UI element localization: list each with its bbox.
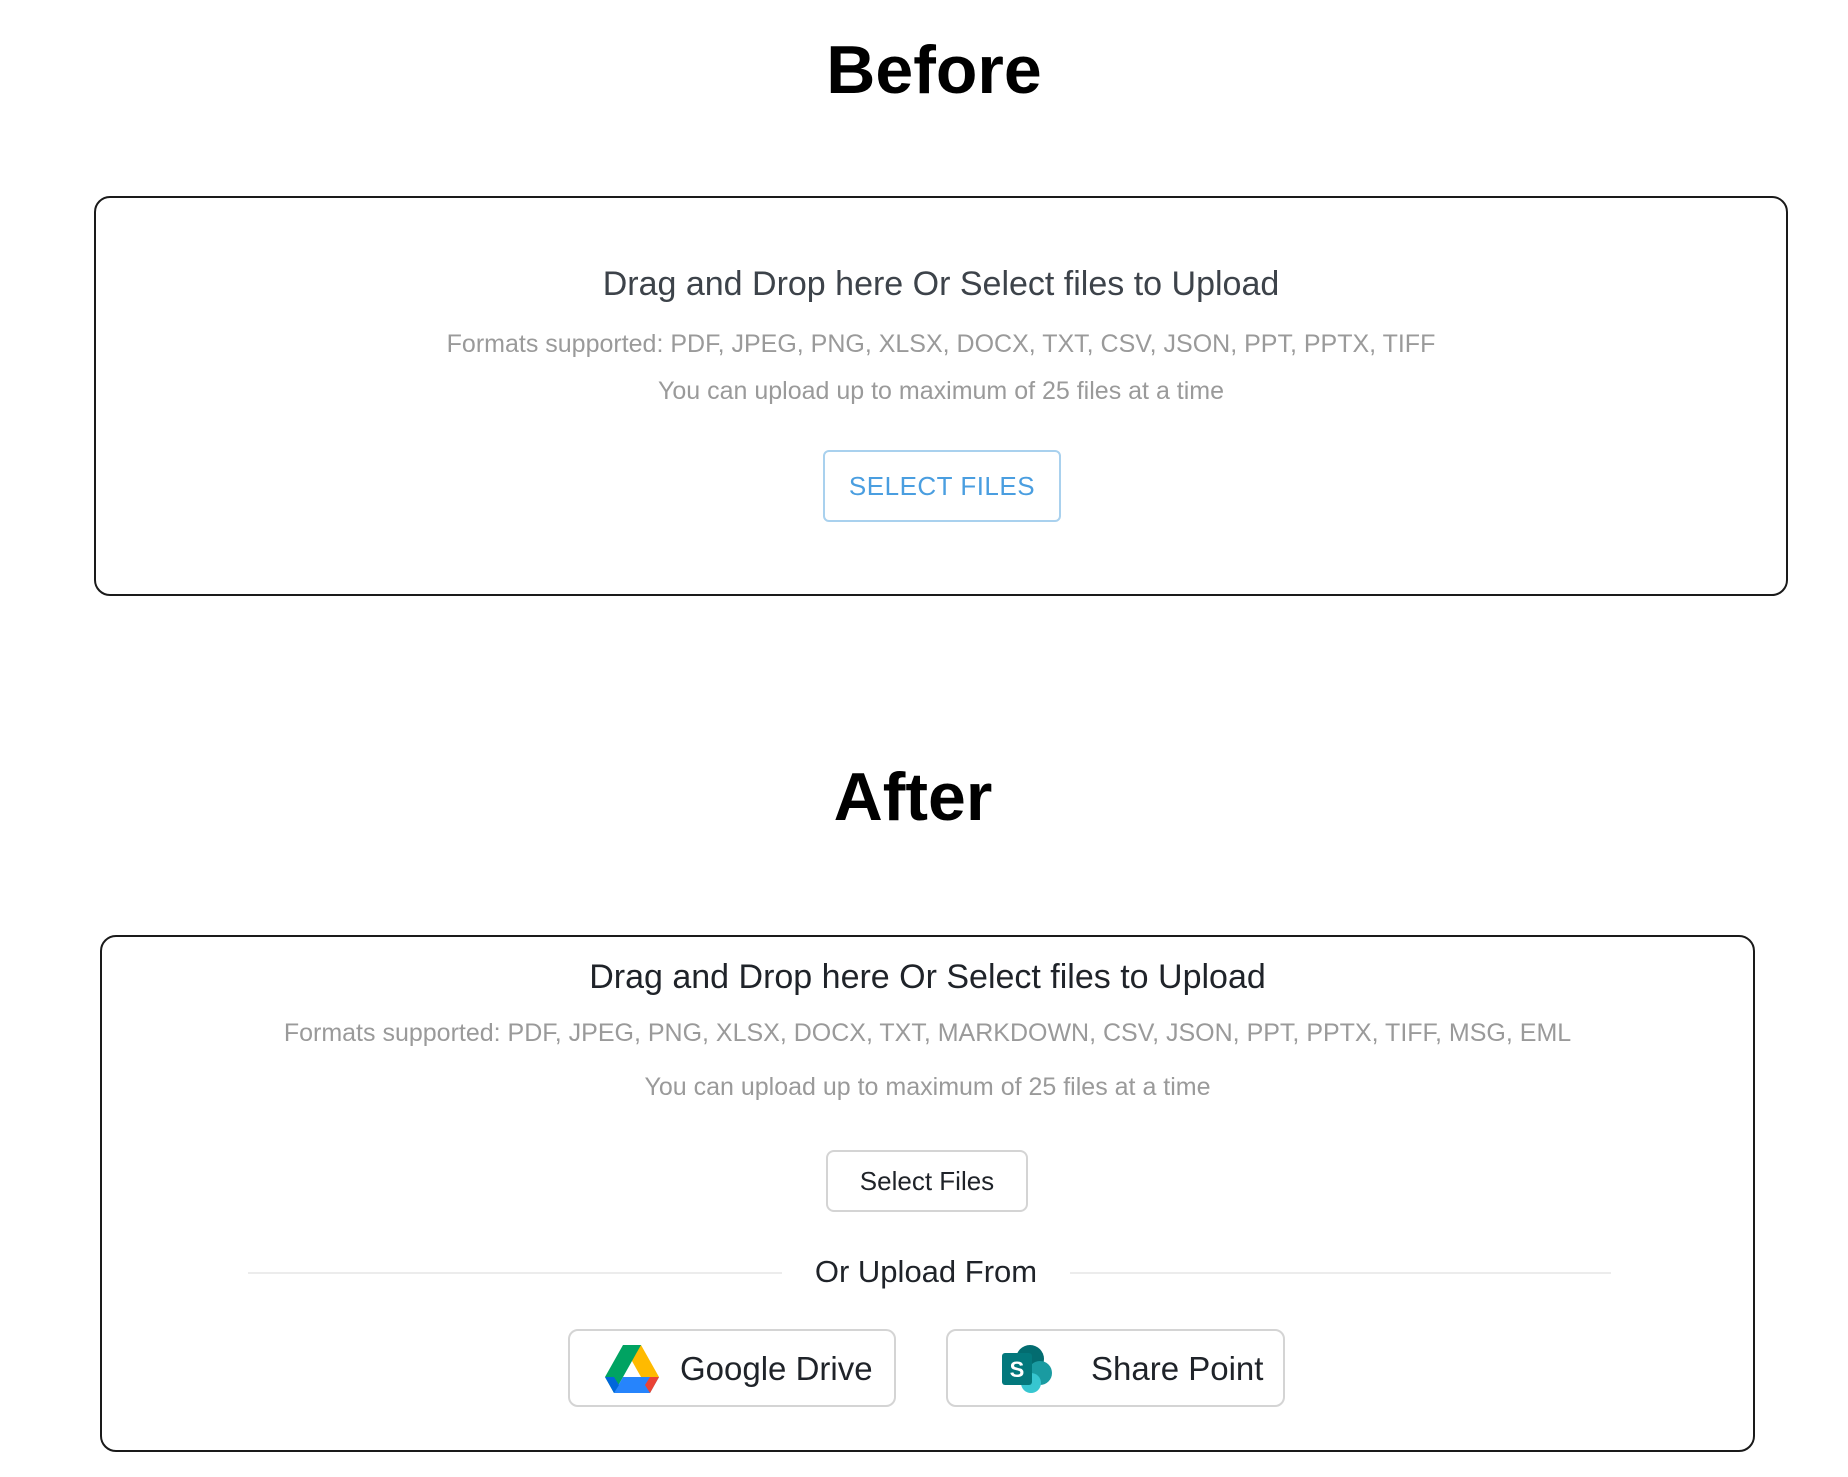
or-upload-from-label: Or Upload From [814,1254,1038,1289]
supported-formats-text: Formats supported: PDF, JPEG, PNG, XLSX,… [283,1019,1572,1047]
supported-formats-text: Formats supported: PDF, JPEG, PNG, XLSX,… [446,330,1436,358]
upload-limit-text: You can upload up to maximum of 25 files… [657,377,1225,405]
google-drive-icon [604,1343,660,1395]
select-files-button[interactable]: Select Files [826,1150,1028,1212]
before-title: Before [826,32,1042,108]
after-upload-dropzone[interactable]: Drag and Drop here Or Select files to Up… [100,935,1755,1452]
provider-label: Google Drive [680,1350,873,1387]
svg-text:S: S [1010,1357,1025,1382]
select-files-button[interactable]: SELECT FILES [823,450,1061,522]
after-title: After [833,759,993,835]
before-upload-dropzone[interactable]: Drag and Drop here Or Select files to Up… [94,196,1788,596]
google-drive-button[interactable]: Google Drive [568,1329,896,1407]
dropzone-headline: Drag and Drop here Or Select files to Up… [602,265,1280,303]
sharepoint-icon: S [1000,1343,1056,1395]
sharepoint-button[interactable]: S Share Point [946,1329,1285,1407]
dropzone-headline: Drag and Drop here Or Select files to Up… [589,958,1266,996]
divider-line-left [248,1272,782,1274]
divider-line-right [1070,1272,1611,1274]
provider-label: Share Point [1091,1350,1264,1387]
upload-limit-text: You can upload up to maximum of 25 files… [644,1073,1211,1101]
